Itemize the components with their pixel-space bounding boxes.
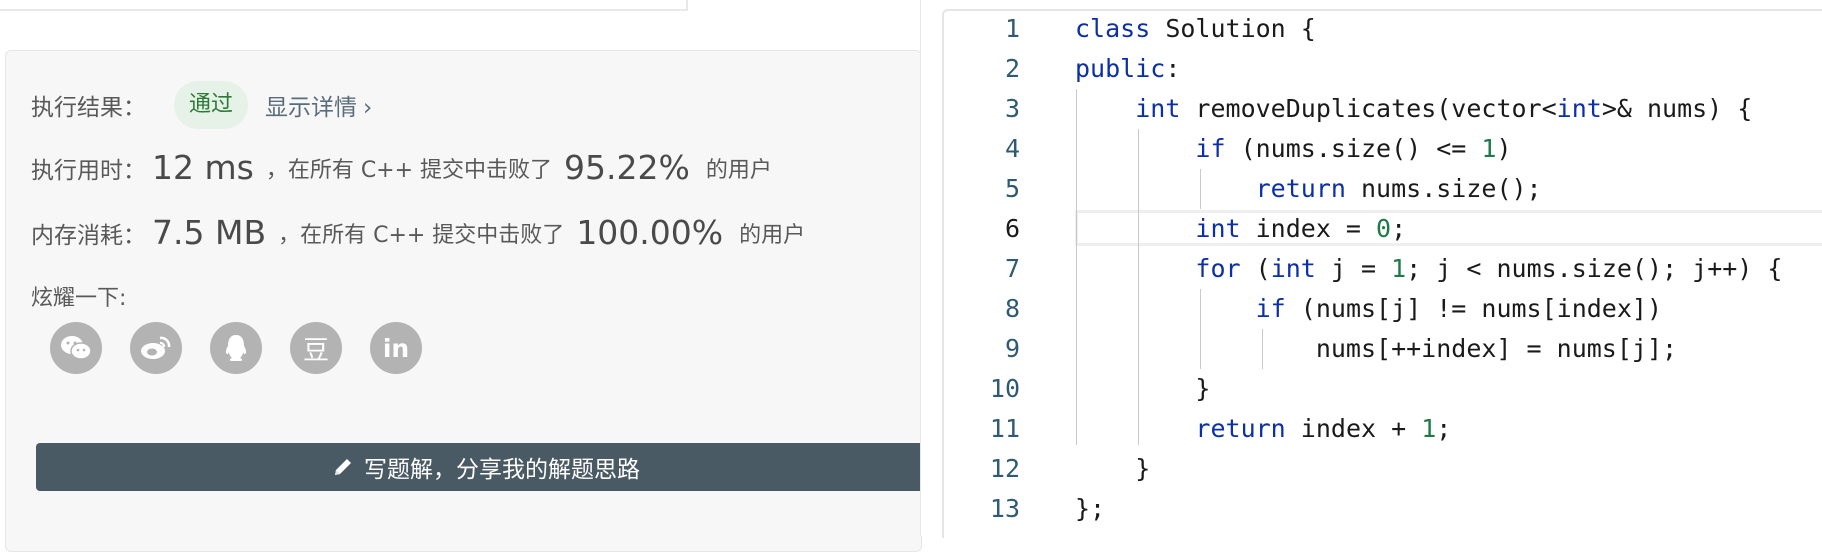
code-keyword: if: [1195, 134, 1226, 163]
code-keyword: return: [1255, 174, 1346, 203]
status-badge: 通过: [174, 81, 249, 129]
runtime-label: 执行用时：: [31, 157, 146, 184]
line-number: 9: [1004, 334, 1020, 363]
top-panel-edge: [0, 0, 688, 11]
code-line[interactable]: int removeDuplicates(vector<int>& nums) …: [1075, 89, 1752, 129]
line-number: 10: [989, 374, 1020, 403]
line-number: 8: [1004, 294, 1020, 323]
code-line[interactable]: if (nums.size() <= 1): [1075, 129, 1511, 169]
code-line[interactable]: class Solution {: [1075, 9, 1316, 49]
runtime-row: 执行用时： 12 ms ，在所有 C++ 提交中击败了 95.22% 的用户: [31, 148, 772, 187]
line-number: 7: [1004, 254, 1020, 283]
linkedin-glyph: in: [382, 333, 410, 363]
code-keyword: return: [1195, 414, 1286, 443]
line-number: 5: [1004, 174, 1020, 203]
douban-glyph: 豆: [302, 335, 329, 366]
code-line[interactable]: int index = 0;: [1075, 209, 1406, 249]
code-number: 1: [1421, 414, 1437, 443]
line-number: 12: [989, 454, 1020, 483]
code-line[interactable]: if (nums[j] != nums[index]): [1075, 289, 1662, 329]
weibo-icon[interactable]: [130, 322, 182, 374]
show-details-link[interactable]: 显示详情 ›: [265, 88, 372, 122]
line-number: 1: [1004, 14, 1020, 43]
memory-text: ，在所有 C++ 提交中击败了: [278, 222, 565, 248]
code-keyword: int: [1195, 214, 1241, 243]
write-solution-label: 写题解，分享我的解题思路: [364, 457, 640, 483]
code-keyword: class: [1075, 14, 1151, 43]
result-label: 执行结果：: [31, 95, 146, 121]
share-row: 炫耀一下:: [31, 280, 126, 312]
line-number: 4: [1004, 134, 1020, 163]
wechat-icon[interactable]: [50, 322, 102, 374]
linkedin-icon[interactable]: in: [370, 322, 422, 374]
runtime-text: ，在所有 C++ 提交中击败了: [265, 157, 553, 183]
code-line[interactable]: }: [1075, 369, 1210, 409]
line-number: 2: [1004, 54, 1020, 83]
share-label: 炫耀一下:: [31, 286, 127, 311]
share-icons: 豆 in: [50, 322, 450, 374]
code-keyword: for: [1195, 254, 1241, 283]
code-line[interactable]: return nums.size();: [1075, 169, 1542, 209]
line-number: 13: [989, 494, 1020, 523]
code-keyword: public: [1075, 54, 1166, 83]
memory-percent: 100.00%: [576, 213, 724, 252]
chevron-right-icon: ›: [363, 95, 373, 121]
runtime-percent: 95.22%: [564, 148, 690, 187]
write-solution-button[interactable]: 写题解，分享我的解题思路: [36, 443, 936, 491]
code-keyword: if: [1255, 294, 1286, 323]
douban-icon[interactable]: 豆: [290, 322, 342, 374]
memory-value: 7.5 MB: [152, 213, 267, 252]
show-details-label: 显示详情: [265, 95, 358, 121]
pencil-icon: [332, 456, 354, 478]
code-line[interactable]: }: [1075, 449, 1150, 489]
code-number: 1: [1481, 134, 1497, 163]
code-line[interactable]: public:: [1075, 49, 1180, 89]
line-number: 11: [989, 414, 1020, 443]
code-line[interactable]: };: [1075, 489, 1105, 529]
memory-row: 内存消耗： 7.5 MB ，在所有 C++ 提交中击败了 100.00% 的用户: [31, 213, 805, 252]
runtime-suffix: 的用户: [705, 157, 772, 183]
code-line[interactable]: for (int j = 1; j < nums.size(); j++) {: [1075, 249, 1782, 289]
code-line[interactable]: return index + 1;: [1075, 409, 1451, 449]
code-keyword: int: [1135, 94, 1181, 123]
line-number-active: 6: [1004, 214, 1020, 243]
qq-icon[interactable]: [210, 322, 262, 374]
code-line[interactable]: nums[++index] = nums[j];: [1075, 329, 1677, 369]
code-keyword: int: [1556, 94, 1602, 123]
runtime-value: 12 ms: [152, 148, 254, 187]
line-number: 3: [1004, 94, 1020, 123]
result-row: 执行结果： 通过 显示详情 ›: [31, 81, 372, 129]
code-number: 0: [1376, 214, 1392, 243]
memory-suffix: 的用户: [739, 222, 806, 248]
code-number: 1: [1391, 254, 1407, 283]
code-keyword: int: [1270, 254, 1316, 283]
memory-label: 内存消耗：: [31, 222, 146, 249]
